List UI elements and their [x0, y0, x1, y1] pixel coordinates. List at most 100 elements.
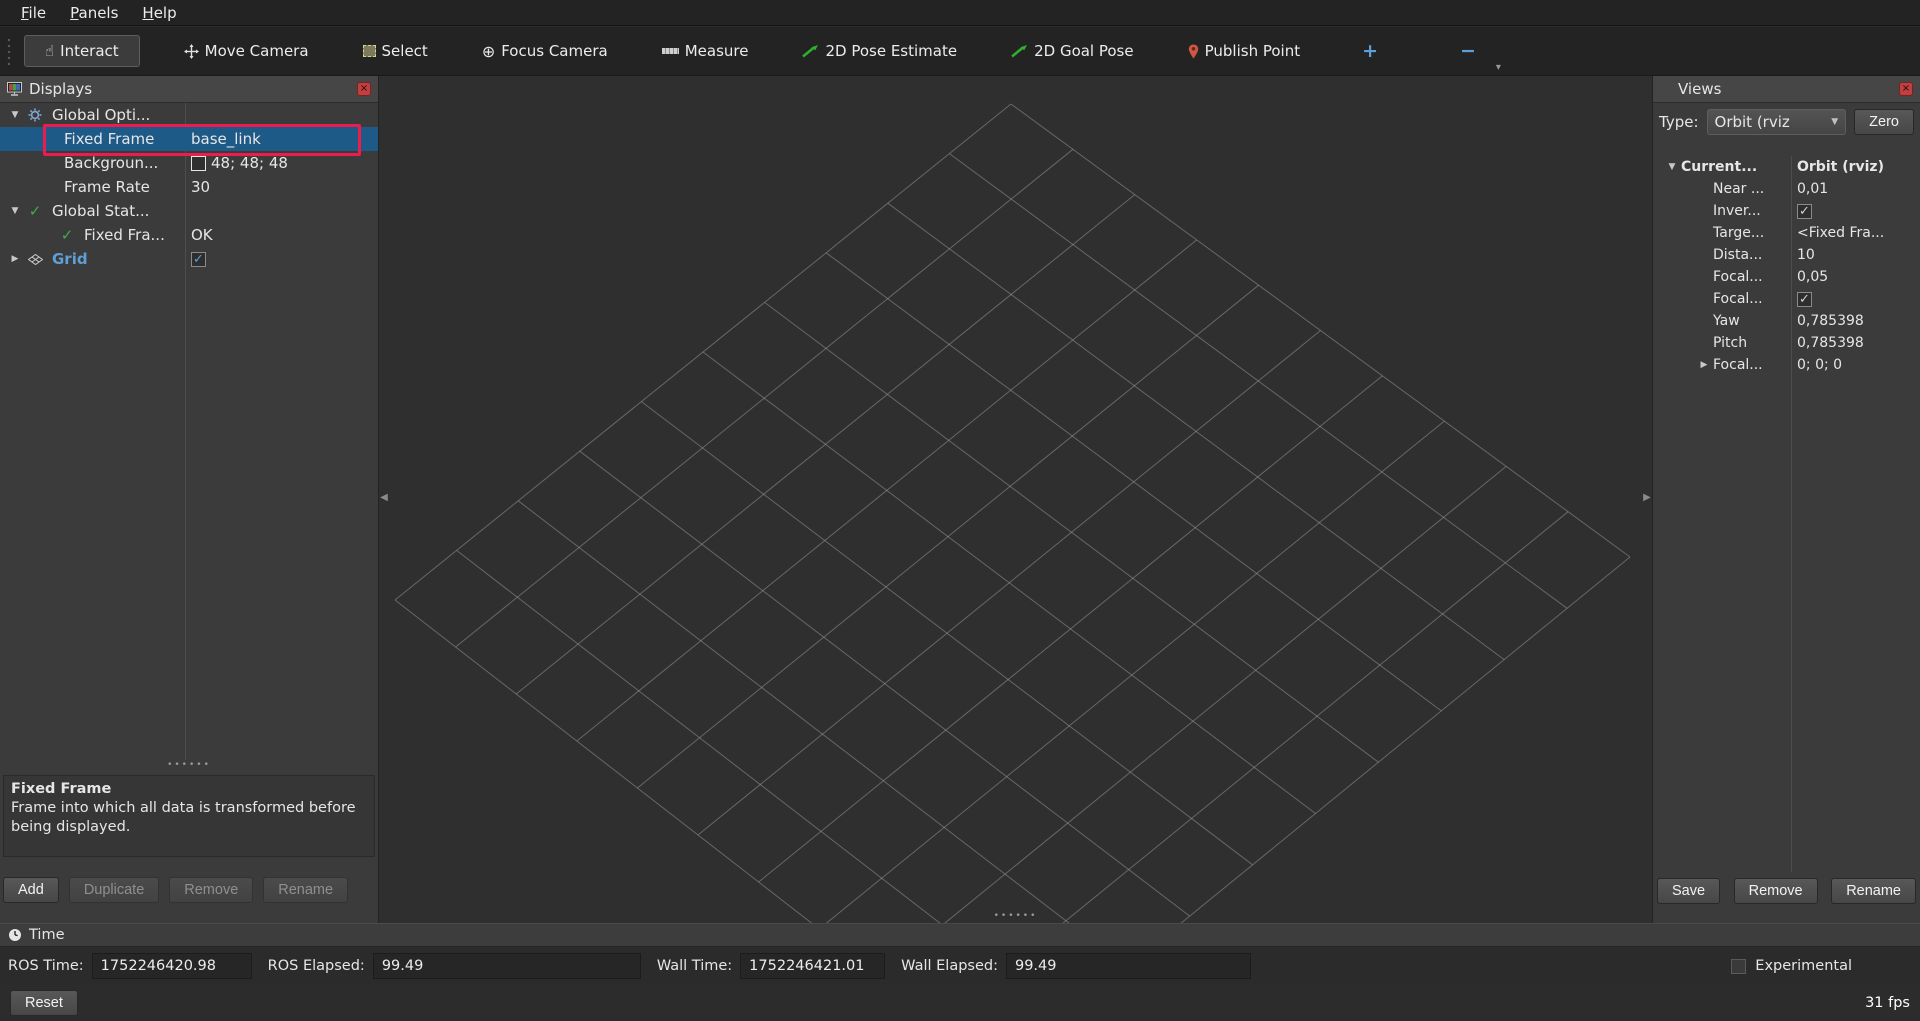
- tool-2d-pose-estimate[interactable]: 2D Pose Estimate: [792, 36, 967, 66]
- view-type-dropdown[interactable]: Orbit (rviz ▼: [1707, 109, 1847, 135]
- property-value-cell: [185, 103, 378, 127]
- tree-row-focal-[interactable]: Focal...✓: [1653, 288, 1920, 310]
- tool-move-camera[interactable]: Move Camera: [174, 36, 319, 66]
- property-value-cell: 10: [1791, 244, 1920, 266]
- right-panel-collapse-handle[interactable]: ▶: [1642, 76, 1652, 923]
- property-value-cell: ✓: [1791, 288, 1920, 310]
- tree-row-grid[interactable]: ▶Grid✓: [0, 247, 378, 271]
- description-body: Frame into which all data is transformed…: [11, 799, 367, 837]
- property-checkbox[interactable]: ✓: [191, 252, 206, 267]
- experimental-checkbox[interactable]: [1731, 959, 1746, 974]
- tree-row-current-[interactable]: ▼Current...Orbit (rviz): [1653, 156, 1920, 178]
- time-field-label: ROS Elapsed:: [268, 958, 365, 974]
- expander-right-icon[interactable]: ▶: [1695, 360, 1713, 370]
- chevron-down-icon[interactable]: ▾: [1496, 62, 1501, 73]
- tree-row-near-[interactable]: Near ... 0,01: [1653, 178, 1920, 200]
- property-name: Yaw: [1713, 313, 1740, 329]
- chevron-down-icon: ▼: [1831, 117, 1838, 127]
- displays-close-icon[interactable]: ×: [357, 82, 371, 96]
- property-value-cell: Orbit (rviz): [1791, 156, 1920, 178]
- tool-interact[interactable]: ☝Interact: [24, 35, 140, 67]
- expander-right-icon[interactable]: ▶: [6, 254, 24, 264]
- time-panel-header: Time: [0, 923, 1920, 947]
- property-checkbox[interactable]: ✓: [1797, 292, 1812, 307]
- property-value-cell: 0,01: [1791, 178, 1920, 200]
- menu-item-help[interactable]: Help: [131, 2, 187, 24]
- time-field-value[interactable]: 99.49: [373, 953, 641, 979]
- property-name-cell: ✓Fixed Fra...: [0, 223, 185, 247]
- tree-row-fixed-frame[interactable]: Fixed Frame base_link: [0, 127, 378, 151]
- check-icon: ✓: [56, 226, 78, 244]
- time-field-text: 99.49: [382, 958, 424, 974]
- rename-button[interactable]: Rename: [1831, 878, 1916, 904]
- tool-measure[interactable]: Measure: [652, 36, 759, 66]
- tree-row-global-opti-[interactable]: ▼Global Opti...: [0, 103, 378, 127]
- expander-down-icon[interactable]: ▼: [6, 110, 24, 120]
- toolbar: ☝Interact Move Camera Select ⊕Focus Camera M…: [0, 27, 1920, 76]
- add-button[interactable]: Add: [3, 877, 59, 903]
- tool-label: Publish Point: [1205, 42, 1300, 60]
- add-tool-button[interactable]: +: [1352, 38, 1388, 64]
- tool-focus-camera[interactable]: ⊕Focus Camera: [472, 36, 618, 66]
- property-name-cell: Frame Rate: [0, 175, 185, 199]
- save-button[interactable]: Save: [1657, 878, 1720, 904]
- property-checkbox[interactable]: ✓: [1797, 204, 1812, 219]
- property-name: Global Stat...: [52, 202, 149, 220]
- color-swatch[interactable]: [191, 156, 206, 171]
- tree-row-dista-[interactable]: Dista...10: [1653, 244, 1920, 266]
- tool-publish-point[interactable]: Publish Point: [1178, 36, 1310, 66]
- tree-row-focal-[interactable]: Focal... 0,05: [1653, 266, 1920, 288]
- tree-row-yaw[interactable]: Yaw0,785398: [1653, 310, 1920, 332]
- menu-item-panels[interactable]: Panels: [59, 2, 129, 24]
- tree-row-global-stat-[interactable]: ▼✓Global Stat...: [0, 199, 378, 223]
- time-field-value[interactable]: 99.49: [1006, 953, 1251, 979]
- 3d-viewport[interactable]: ◀ ▶ ••••••: [378, 76, 1653, 923]
- views-close-icon[interactable]: ×: [1899, 82, 1913, 96]
- tree-row-inver-[interactable]: Inver...✓: [1653, 200, 1920, 222]
- toolbar-grip-handle[interactable]: [6, 37, 12, 65]
- tree-row-pitch[interactable]: Pitch 0,785398: [1653, 332, 1920, 354]
- time-field-value[interactable]: 1752246421.01: [740, 953, 885, 979]
- expander-down-icon[interactable]: ▼: [6, 206, 24, 216]
- property-description-box: Fixed Frame Frame into which all data is…: [3, 775, 375, 857]
- remove-tool-button[interactable]: −▾: [1450, 38, 1486, 64]
- displays-splitter-handle[interactable]: ••••••: [0, 760, 378, 775]
- bottom-splitter-handle[interactable]: ••••••: [994, 911, 1038, 921]
- expander-down-icon[interactable]: ▼: [1663, 162, 1681, 172]
- property-value: 0,05: [1797, 269, 1828, 285]
- time-panel-content: ROS Time:1752246420.98ROS Elapsed:99.49W…: [0, 947, 1920, 985]
- tree-row-frame-rate[interactable]: Frame Rate30: [0, 175, 378, 199]
- property-name-cell: Targe...: [1653, 222, 1791, 244]
- gear-icon: [24, 108, 46, 122]
- property-name-cell: Backgroun...: [0, 151, 185, 175]
- menu-item-file[interactable]: File: [10, 2, 57, 24]
- collapse-right-icon[interactable]: ▶: [1643, 492, 1651, 503]
- tree-row-backgroun-[interactable]: Backgroun...48; 48; 48: [0, 151, 378, 175]
- property-name: Near ...: [1713, 181, 1764, 197]
- property-name: Focal...: [1713, 269, 1763, 285]
- displays-panel-title: Displays: [29, 80, 92, 98]
- tool-2d-goal-pose[interactable]: 2D Goal Pose: [1001, 36, 1144, 66]
- left-panel-collapse-handle[interactable]: ◀: [379, 76, 389, 923]
- remove-button[interactable]: Remove: [1734, 878, 1818, 904]
- fps-counter: 31 fps: [1865, 995, 1910, 1011]
- view-type-value: Orbit (rviz: [1715, 113, 1790, 131]
- monitor-icon: [7, 82, 22, 96]
- reset-button[interactable]: Reset: [10, 990, 78, 1016]
- tree-row-targe-[interactable]: Targe...<Fixed Fra...: [1653, 222, 1920, 244]
- views-tree: ▼Current...Orbit (rviz) Near ... 0,01Inver…: [1653, 156, 1920, 872]
- tool-select[interactable]: Select: [353, 36, 438, 66]
- tree-row-fixed-fra-[interactable]: ✓Fixed Fra...OK: [0, 223, 378, 247]
- map-pin-icon: [1188, 44, 1199, 59]
- time-field-value[interactable]: 1752246420.98: [92, 953, 252, 979]
- property-value: 0,785398: [1797, 335, 1864, 351]
- property-value: base_link: [191, 130, 261, 148]
- property-name: Pitch: [1713, 335, 1747, 351]
- time-panel: Time ROS Time:1752246420.98ROS Elapsed:9…: [0, 923, 1920, 985]
- tree-row-focal-[interactable]: ▶Focal...0; 0; 0: [1653, 354, 1920, 376]
- property-name-cell: Fixed Frame: [0, 127, 185, 151]
- zero-button[interactable]: Zero: [1854, 109, 1914, 135]
- minus-icon: −: [1460, 44, 1476, 58]
- collapse-left-icon[interactable]: ◀: [380, 492, 388, 503]
- property-value-cell: 0,05: [1791, 266, 1920, 288]
